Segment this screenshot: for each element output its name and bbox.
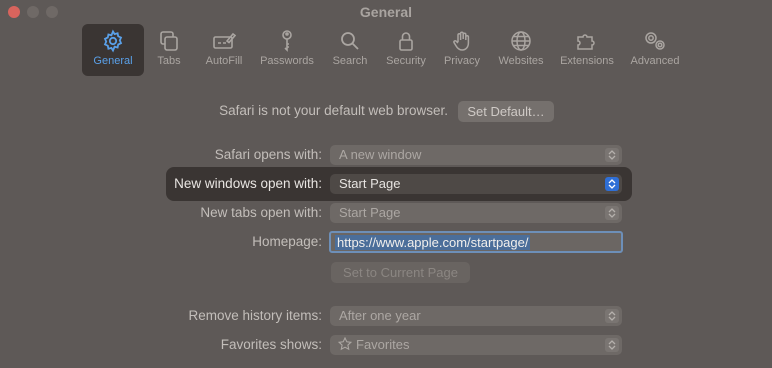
new-windows-label: New windows open with: bbox=[174, 176, 322, 191]
remove-history-select[interactable]: After one year bbox=[330, 306, 622, 326]
tab-passwords[interactable]: Passwords bbox=[256, 24, 318, 76]
default-browser-message: Safari is not your default web browser. bbox=[219, 103, 448, 118]
tab-security-label: Security bbox=[386, 55, 426, 67]
opens-with-select[interactable]: A new window bbox=[330, 145, 622, 165]
window-title: General bbox=[359, 4, 413, 20]
new-windows-value: Start Page bbox=[339, 176, 401, 191]
tab-websites-label: Websites bbox=[498, 55, 544, 67]
tab-passwords-label: Passwords bbox=[260, 55, 314, 67]
tab-search-label: Search bbox=[332, 55, 368, 67]
tabs-icon bbox=[157, 29, 181, 53]
search-icon bbox=[338, 29, 362, 53]
homepage-value: https://www.apple.com/startpage/ bbox=[335, 235, 531, 250]
tab-autofill[interactable]: AutoFill bbox=[198, 24, 250, 76]
tab-privacy[interactable]: Privacy bbox=[440, 24, 484, 76]
favorites-select[interactable]: Favorites bbox=[330, 335, 622, 355]
tab-security[interactable]: Security bbox=[382, 24, 430, 76]
chevron-updown-icon bbox=[605, 309, 619, 323]
homepage-label: Homepage: bbox=[252, 234, 322, 249]
hand-icon bbox=[450, 29, 474, 53]
tab-general-label: General bbox=[93, 55, 133, 67]
remove-history-value: After one year bbox=[339, 308, 421, 323]
autofill-pencil-icon bbox=[212, 29, 236, 53]
tab-tabs-label: Tabs bbox=[157, 55, 181, 67]
chevron-updown-icon bbox=[605, 206, 619, 220]
homepage-input[interactable]: https://www.apple.com/startpage/ bbox=[329, 231, 623, 253]
tab-tabs[interactable]: Tabs bbox=[150, 24, 188, 76]
favorites-label: Favorites shows: bbox=[220, 337, 322, 352]
tab-general[interactable]: General bbox=[82, 24, 144, 76]
tab-search[interactable]: Search bbox=[328, 24, 372, 76]
tab-extensions-label: Extensions bbox=[560, 55, 614, 67]
globe-icon bbox=[509, 29, 533, 53]
remove-history-label: Remove history items: bbox=[188, 308, 322, 323]
favorites-value-wrap: Favorites bbox=[337, 336, 410, 354]
favorites-value: Favorites bbox=[356, 337, 410, 352]
chevron-updown-icon bbox=[605, 148, 619, 162]
key-icon bbox=[275, 29, 299, 53]
new-tabs-label: New tabs open with: bbox=[200, 205, 322, 220]
tab-advanced-label: Advanced bbox=[630, 55, 680, 67]
set-to-current-page-button[interactable]: Set to Current Page bbox=[331, 262, 470, 283]
new-tabs-select[interactable]: Start Page bbox=[330, 203, 622, 223]
title-bar: General bbox=[0, 0, 772, 24]
star-icon bbox=[337, 336, 353, 354]
opens-with-label: Safari opens with: bbox=[214, 147, 322, 162]
preferences-toolbar: General Tabs AutoFill Passwords Search S… bbox=[80, 24, 690, 76]
tab-extensions[interactable]: Extensions bbox=[556, 24, 618, 76]
chevron-updown-icon bbox=[605, 338, 619, 352]
opens-with-value: A new window bbox=[339, 147, 422, 162]
puzzle-icon bbox=[575, 29, 599, 53]
tab-autofill-label: AutoFill bbox=[205, 55, 243, 67]
gears-icon bbox=[643, 29, 667, 53]
tab-advanced[interactable]: Advanced bbox=[626, 24, 684, 76]
tab-websites[interactable]: Websites bbox=[494, 24, 548, 76]
new-tabs-value: Start Page bbox=[339, 205, 401, 220]
chevron-updown-icon bbox=[605, 177, 619, 191]
new-windows-select[interactable]: Start Page bbox=[330, 174, 622, 194]
gear-icon bbox=[101, 29, 125, 53]
lock-icon bbox=[394, 29, 418, 53]
tab-privacy-label: Privacy bbox=[443, 55, 481, 67]
set-default-button[interactable]: Set Default… bbox=[458, 101, 554, 122]
